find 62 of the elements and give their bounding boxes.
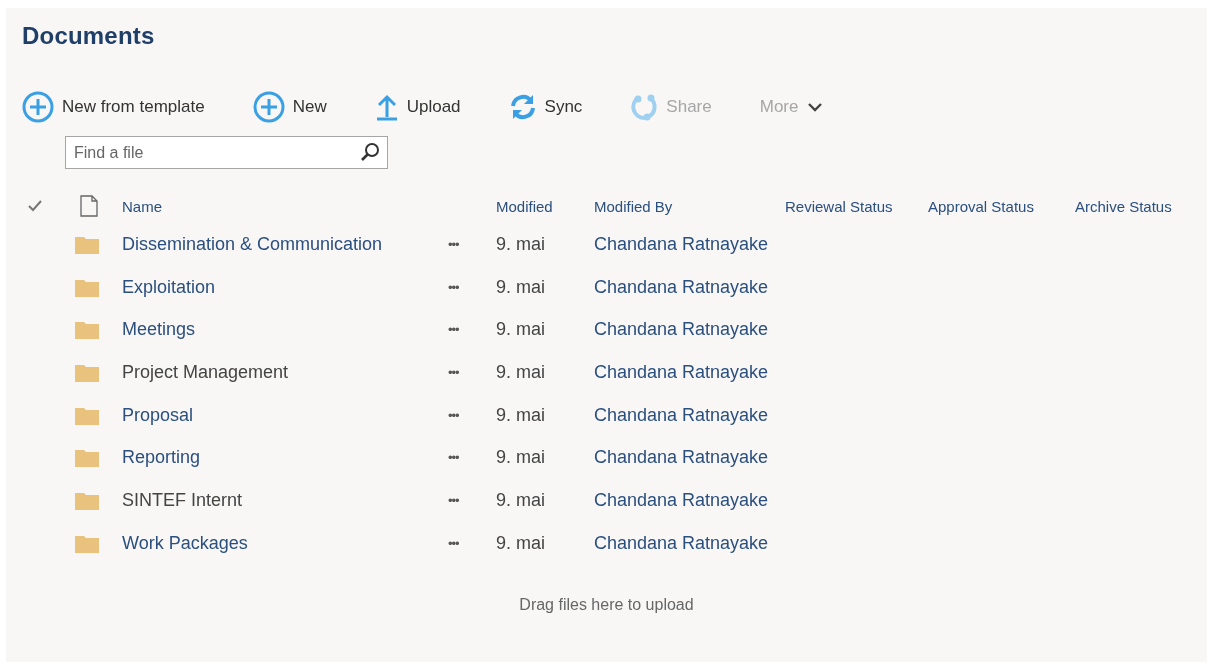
author-link[interactable]: Chandana Ratnayake <box>594 489 769 511</box>
folder-name[interactable]: SINTEF Internt <box>122 489 243 511</box>
more-options-icon[interactable]: ••• <box>448 450 459 466</box>
sync-button[interactable]: Sync <box>508 90 583 124</box>
upload-icon <box>374 93 399 121</box>
column-header[interactable]: Approval Status <box>928 197 1034 215</box>
file-icon <box>80 195 98 217</box>
more-options-icon[interactable]: ••• <box>448 492 459 508</box>
add-icon <box>22 91 54 123</box>
modified-date: 9. mai <box>496 489 546 511</box>
folder-name[interactable]: Work Packages <box>122 532 248 554</box>
modified-date: 9. mai <box>496 404 546 426</box>
author-link[interactable]: Chandana Ratnayake <box>594 361 769 383</box>
column-header[interactable]: Reviewal Status <box>785 197 893 215</box>
folder-name[interactable]: Project Management <box>122 361 289 383</box>
column-header[interactable]: Modified By <box>594 197 673 215</box>
more-options-icon[interactable]: ••• <box>448 322 459 338</box>
more-options-icon[interactable]: ••• <box>448 236 459 252</box>
column-header[interactable]: Archive Status <box>1075 197 1172 215</box>
more-options-icon[interactable]: ••• <box>448 535 459 551</box>
author-link[interactable]: Chandana Ratnayake <box>594 233 769 255</box>
more-options-icon[interactable]: ••• <box>448 407 459 423</box>
folder-name[interactable]: Proposal <box>122 404 194 426</box>
folder-name[interactable]: Reporting <box>122 447 201 469</box>
add-button[interactable]: New from template <box>22 90 205 124</box>
author-link[interactable]: Chandana Ratnayake <box>594 404 769 426</box>
page-title: Documents <box>22 22 156 50</box>
folder-name[interactable]: Meetings <box>122 319 196 341</box>
folder-icon <box>75 448 99 468</box>
folder-icon <box>75 405 99 425</box>
modified-date: 9. mai <box>496 319 546 341</box>
modified-date: 9. mai <box>496 361 546 383</box>
folder-icon <box>75 362 99 382</box>
modified-date: 9. mai <box>496 233 546 255</box>
add-icon <box>252 91 285 123</box>
more-options-icon[interactable]: ••• <box>448 364 459 380</box>
search-icon <box>360 142 380 162</box>
add-button[interactable]: New <box>252 90 327 124</box>
folder-icon <box>75 320 99 340</box>
folder-name[interactable]: Exploitation <box>122 276 216 298</box>
share-icon <box>630 93 659 121</box>
column-header[interactable]: Modified <box>496 197 553 215</box>
modified-date: 9. mai <box>496 447 546 469</box>
folder-icon <box>75 490 99 510</box>
more-options-icon[interactable]: ••• <box>448 279 459 295</box>
author-link[interactable]: Chandana Ratnayake <box>594 447 769 469</box>
column-header[interactable]: Name <box>122 197 162 215</box>
chevron-down-icon <box>808 102 823 112</box>
author-link[interactable]: Chandana Ratnayake <box>594 532 769 554</box>
search-field[interactable]: Find a file <box>65 136 388 169</box>
modified-date: 9. mai <box>496 532 546 554</box>
upload-button[interactable]: Upload <box>374 90 461 124</box>
folder-icon <box>75 234 99 254</box>
sync-icon <box>508 93 537 121</box>
modified-date: 9. mai <box>496 276 546 298</box>
folder-name[interactable]: Dissemination & Communication <box>122 233 383 255</box>
author-link[interactable]: Chandana Ratnayake <box>594 319 769 341</box>
author-link[interactable]: Chandana Ratnayake <box>594 276 769 298</box>
checkmark-icon[interactable] <box>28 200 42 212</box>
drop-hint: Drag files here to upload <box>519 595 694 613</box>
folder-icon <box>75 277 99 297</box>
folder-icon <box>75 533 99 553</box>
